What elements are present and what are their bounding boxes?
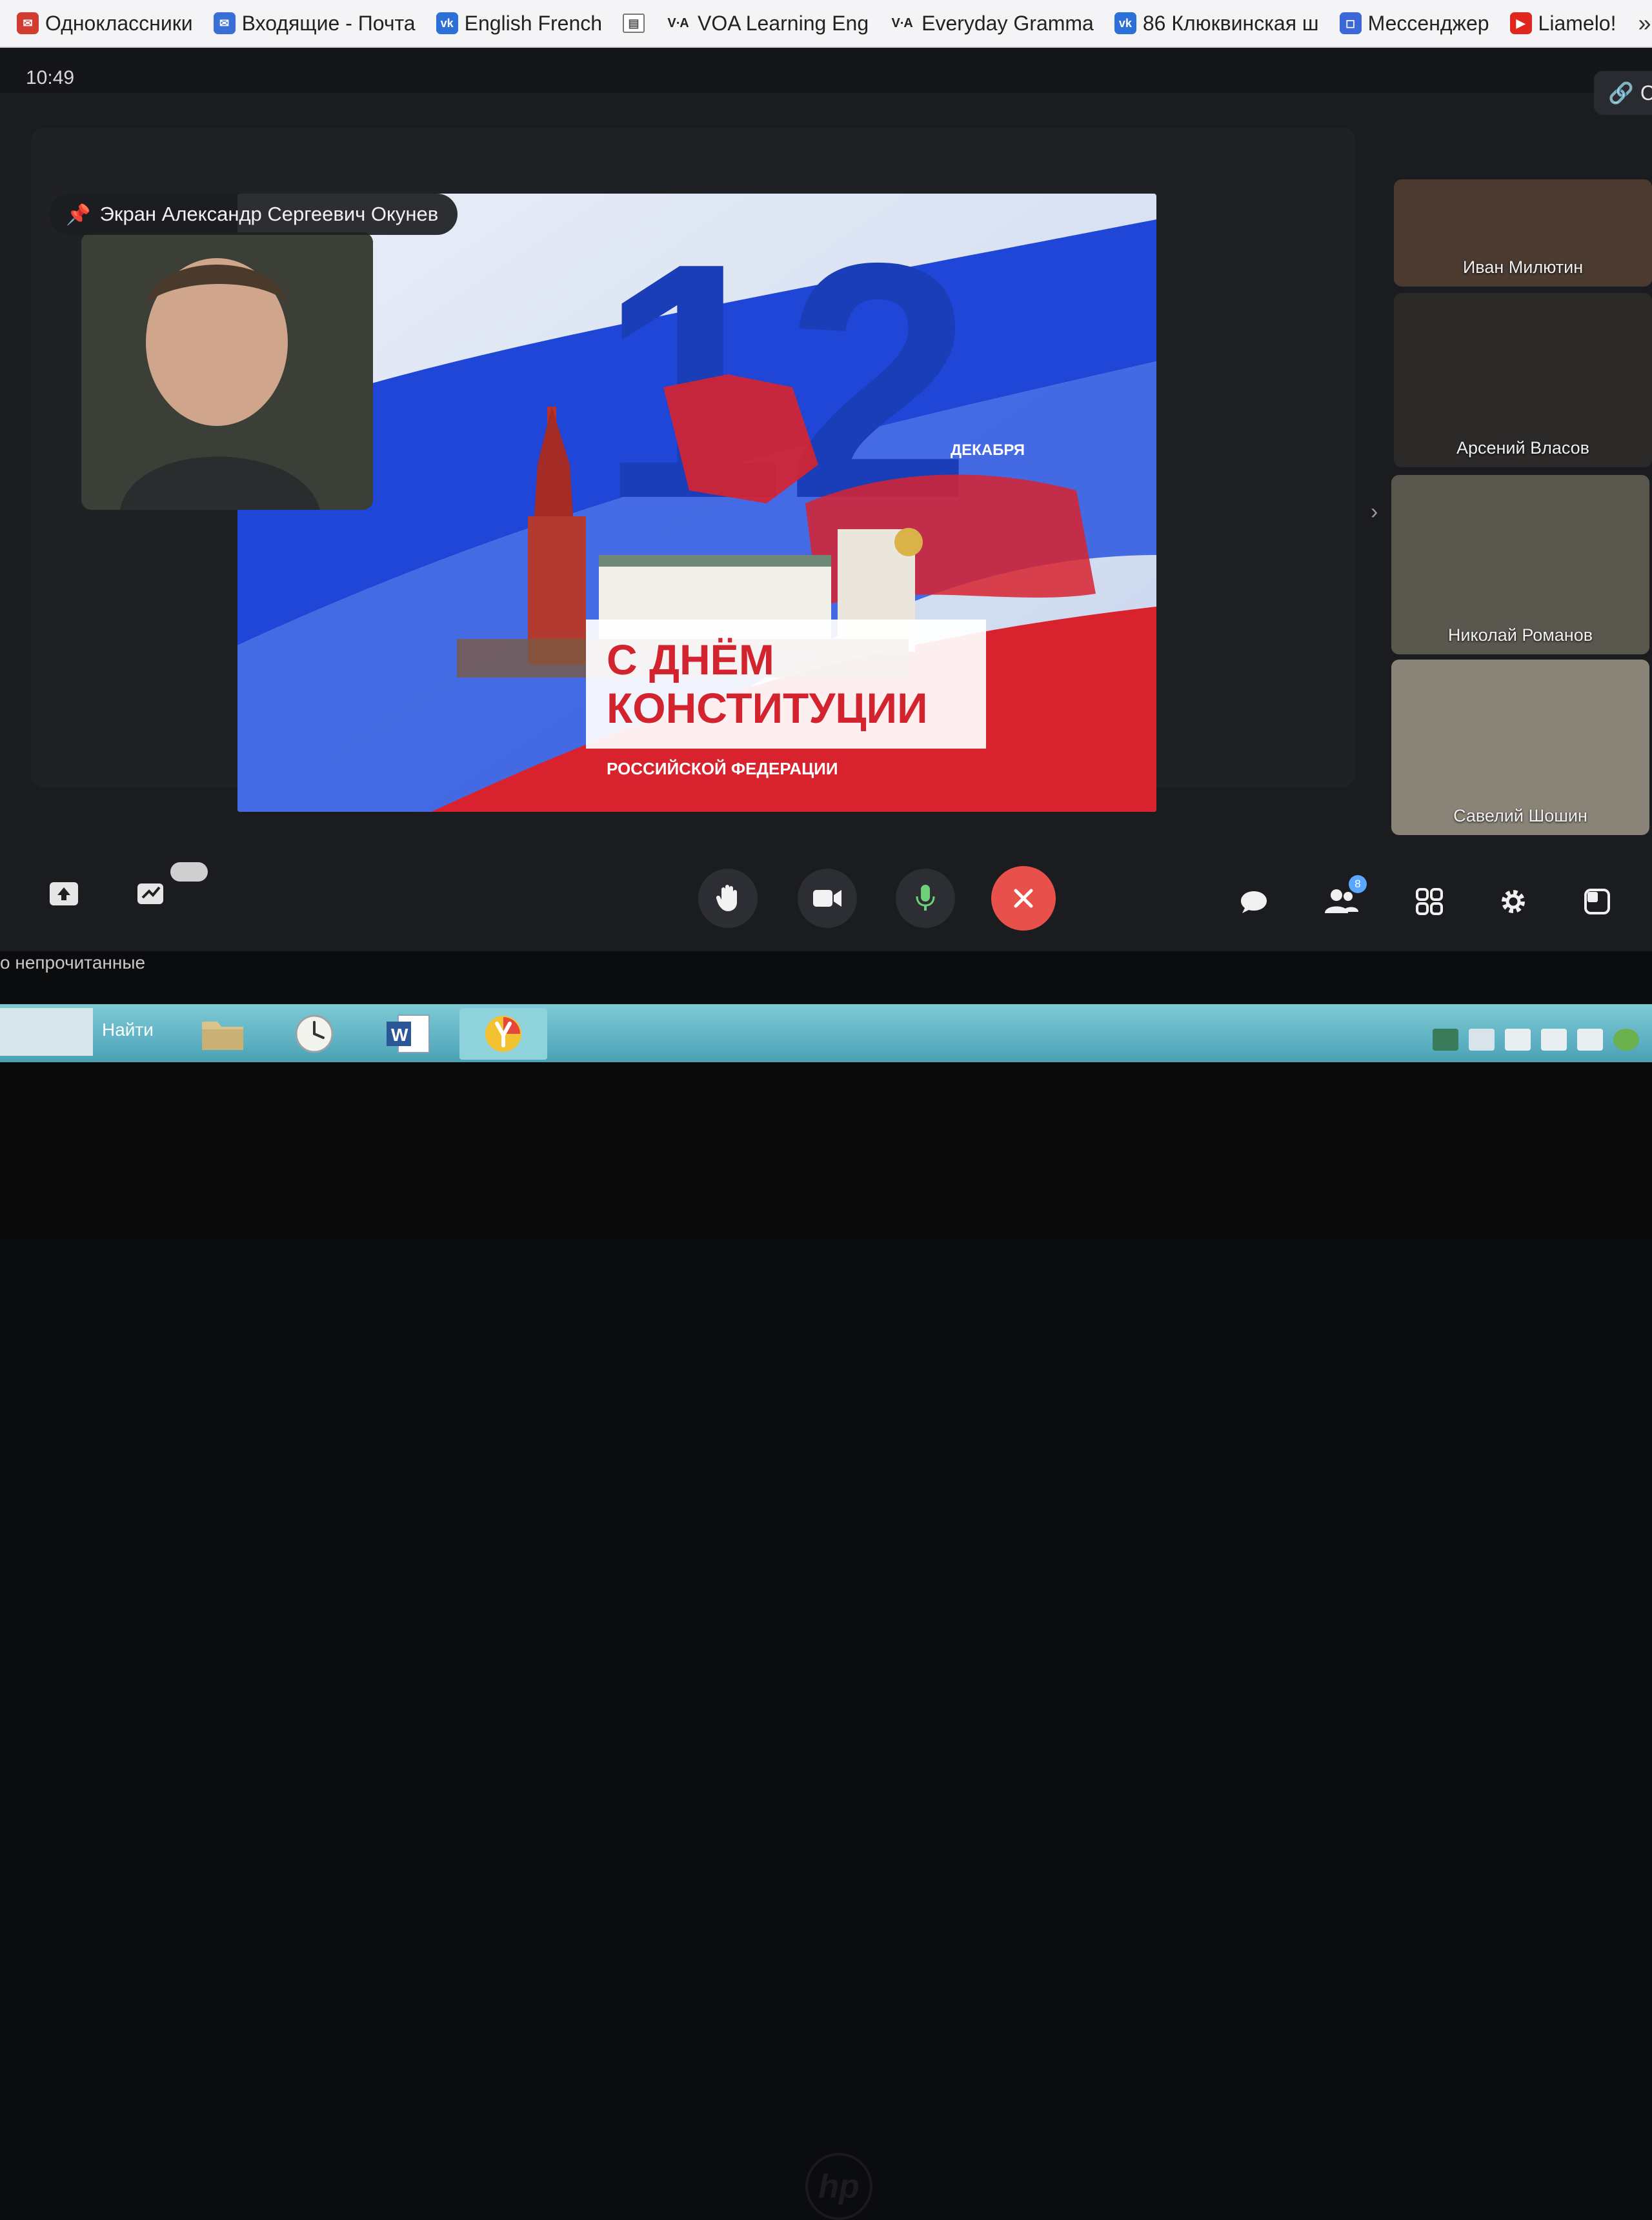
whiteboard-icon — [137, 883, 163, 904]
status-icon[interactable] — [1613, 1029, 1639, 1051]
whiteboard-button[interactable] — [130, 871, 176, 916]
bookmark-reader[interactable]: ▤ — [612, 5, 655, 41]
greeting-line-3: РОССИЙСКОЙ ФЕДЕРАЦИИ — [607, 759, 838, 778]
hand-icon — [716, 885, 737, 911]
participant-tile[interactable]: Иван Милютин — [1394, 179, 1652, 287]
pip-icon — [1584, 889, 1610, 914]
microphone-button[interactable] — [896, 869, 955, 928]
volume-icon[interactable] — [1541, 1029, 1567, 1051]
grid-view-button[interactable] — [1407, 879, 1452, 924]
taskbar-search-label[interactable]: Найти — [102, 1020, 154, 1040]
flag-icon[interactable] — [1469, 1029, 1495, 1051]
participant-tile[interactable]: Савелий Шошин — [1391, 660, 1649, 835]
taskbar-search-box[interactable] — [0, 1008, 93, 1056]
window-top-strip — [0, 48, 1652, 93]
bookmark-odnoklassniki[interactable]: ✉ Одноклассники — [6, 5, 203, 41]
mail-icon: ✉ — [17, 12, 39, 34]
greeting-line-1: С ДНЁМ — [607, 636, 774, 683]
bookmark-liamelo[interactable]: ▶ Liamelo! — [1500, 5, 1627, 41]
system-tray — [1433, 1029, 1639, 1051]
chat-button[interactable] — [1231, 879, 1276, 924]
slide-month: ДЕКАБРЯ — [951, 441, 1025, 459]
signal-icon[interactable] — [1577, 1029, 1603, 1051]
end-call-button[interactable] — [991, 866, 1056, 931]
bookmark-english-french[interactable]: vk English French — [426, 5, 612, 41]
camera-button[interactable] — [798, 869, 857, 928]
youtube-icon: ▶ — [1509, 12, 1532, 34]
bookmark-inbox[interactable]: ✉ Входящие - Почта — [203, 5, 426, 41]
chat-bubble-icon — [1241, 891, 1267, 913]
voa-icon: V∙A — [891, 15, 913, 30]
taskbar-word[interactable]: W — [373, 1008, 444, 1060]
svg-text:W: W — [391, 1025, 408, 1045]
hp-logo: hp — [805, 2153, 872, 2220]
taskbar-yandex-browser[interactable] — [459, 1008, 547, 1060]
battery-icon[interactable] — [1505, 1029, 1531, 1051]
layout-toggle-button[interactable] — [1575, 879, 1620, 924]
mail-icon: ✉ — [213, 12, 236, 34]
grid-icon — [1416, 888, 1443, 915]
share-screen-button[interactable] — [41, 871, 86, 916]
gear-icon — [1502, 890, 1525, 913]
slide-artwork: 12 С ДНЁМ КОНСТИТУЦИИ РОССИЙСКОЙ ФЕДЕРАЦ… — [237, 194, 1156, 812]
presenter-video — [81, 232, 373, 510]
folder-icon — [202, 1022, 243, 1050]
clock-icon — [295, 1014, 334, 1053]
participant-name: Николай Романов — [1447, 625, 1593, 645]
bookmark-klyukvinskaya[interactable]: vk 86 Клюквинская ш — [1104, 5, 1329, 41]
vk-icon: vk — [436, 12, 458, 34]
bookmark-messenger[interactable]: ◻ Мессенджер — [1329, 5, 1500, 41]
whiteboard-badge — [170, 862, 208, 882]
participant-name: Иван Милютин — [1462, 257, 1584, 277]
unread-messages-label: о непрочитанные — [0, 953, 146, 973]
settings-button[interactable] — [1491, 879, 1536, 924]
bookmarks-bar: ✉ Одноклассники ✉ Входящие - Почта vk En… — [0, 0, 1652, 48]
pinned-screen-label[interactable]: 📌 Экран Александр Сергеевич Окунев — [49, 194, 458, 235]
bookmark-everyday-grammar[interactable]: V∙A Everyday Gramma — [879, 5, 1104, 41]
book-icon: ▤ — [623, 14, 645, 33]
word-icon: W — [387, 1014, 430, 1053]
voa-icon: V∙A — [667, 15, 689, 30]
meeting-clock: 10:49 — [26, 67, 75, 88]
link-icon: 🔗 — [1608, 81, 1634, 105]
microphone-icon — [916, 885, 935, 911]
participants-count-badge: 8 — [1349, 875, 1367, 893]
pin-icon: 📌 — [66, 203, 91, 226]
participant-name: Арсений Власов — [1456, 438, 1590, 458]
greeting-line-2: КОНСТИТУЦИИ — [607, 684, 928, 732]
taskbar-clock-app[interactable] — [279, 1008, 350, 1060]
participant-name: Савелий Шошин — [1453, 806, 1587, 825]
shared-screen-slide: 12 С ДНЁМ КОНСТИТУЦИИ РОССИЙСКОЙ ФЕДЕРАЦ… — [237, 194, 1156, 812]
vk-icon: vk — [1114, 12, 1136, 34]
close-icon — [1014, 889, 1033, 908]
participant-tile[interactable]: Николай Романов — [1391, 475, 1649, 654]
camera-icon — [813, 890, 841, 907]
chevron-right-icon[interactable]: › — [1371, 500, 1378, 525]
bookmark-voa-learning[interactable]: V∙A VOA Learning Eng — [655, 5, 879, 41]
laptop-bezel: hp — [0, 1062, 1652, 2220]
messenger-icon: ◻ — [1339, 12, 1362, 34]
presenter-avatar — [81, 232, 373, 510]
copy-link-button[interactable]: 🔗 Co — [1594, 71, 1652, 115]
bookmarks-more-button[interactable]: » — [1626, 10, 1652, 37]
participant-tile[interactable]: Арсений Власов — [1394, 293, 1652, 467]
share-screen-icon — [50, 882, 78, 905]
taskbar-explorer[interactable] — [187, 1008, 258, 1060]
network-icon[interactable] — [1433, 1029, 1458, 1051]
yandex-browser-icon — [485, 1016, 521, 1052]
raise-hand-button[interactable] — [698, 869, 758, 928]
